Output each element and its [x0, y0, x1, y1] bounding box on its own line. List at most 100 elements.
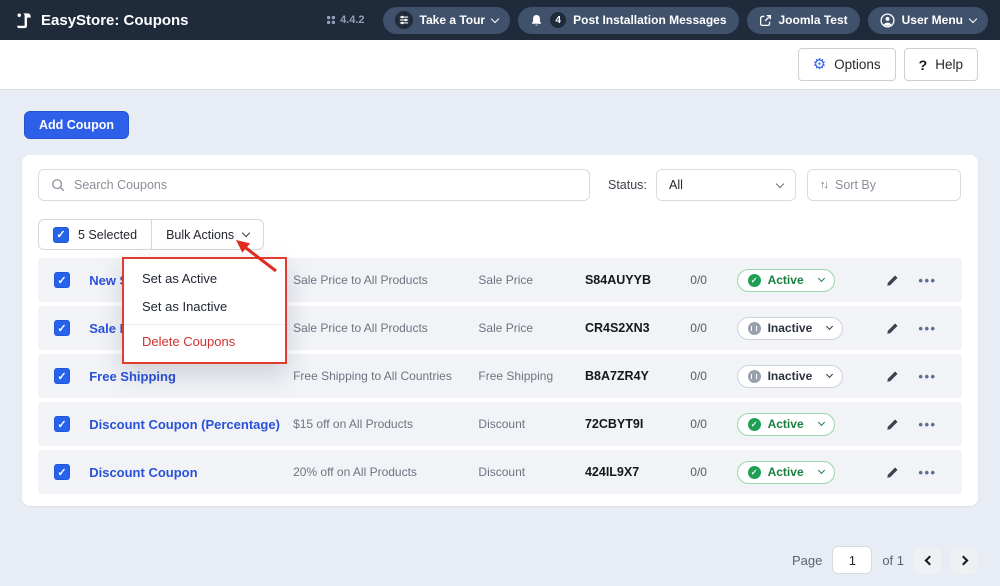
bulk-actions-bar: ✓ 5 Selected Bulk Actions: [38, 219, 962, 250]
table-row: ✓ Discount Coupon 20% off on All Product…: [38, 450, 962, 494]
edit-button[interactable]: [876, 466, 909, 479]
app-brand: EasyStore: Coupons: [14, 11, 189, 30]
coupon-description: 20% off on All Products: [293, 465, 478, 479]
chevron-down-icon: [818, 467, 825, 474]
menu-item-set-active[interactable]: Set as Active: [124, 265, 285, 293]
admin-toolbar: ⚙ Options ? Help: [0, 40, 1000, 90]
previous-page-button[interactable]: [914, 547, 941, 574]
status-dropdown[interactable]: Active: [737, 461, 835, 484]
coupon-usage: 0/0: [682, 273, 736, 287]
help-label: Help: [935, 57, 963, 72]
row-checkbox[interactable]: ✓: [54, 368, 70, 384]
edit-button[interactable]: [876, 322, 909, 335]
pencil-icon: [886, 322, 899, 335]
coupon-usage: 0/0: [682, 417, 736, 431]
status-dropdown[interactable]: Inactive: [737, 317, 844, 340]
chevron-down-icon: [826, 371, 833, 378]
pencil-icon: [886, 418, 899, 431]
chevron-down-icon: [242, 229, 250, 237]
next-page-button[interactable]: [951, 547, 978, 574]
easystore-logo-icon: [14, 11, 33, 30]
search-icon: [51, 178, 65, 192]
edit-button[interactable]: [876, 274, 909, 287]
coupon-usage: 0/0: [682, 321, 736, 335]
more-actions-button[interactable]: •••: [909, 369, 946, 384]
more-actions-button[interactable]: •••: [909, 273, 946, 288]
user-menu-button[interactable]: User Menu: [868, 7, 988, 34]
selected-count-label: 5 Selected: [78, 228, 137, 242]
status-filter-label: Status:: [608, 178, 650, 192]
coupon-name-link[interactable]: Discount Coupon (Percentage): [89, 417, 293, 432]
bulk-actions-dropdown-button[interactable]: Bulk Actions: [151, 220, 263, 249]
chevron-down-icon: [969, 14, 977, 22]
chevron-down-icon: [818, 419, 825, 426]
help-button[interactable]: ? Help: [904, 48, 978, 81]
menu-divider: [124, 324, 285, 325]
chevron-right-icon: [958, 555, 968, 565]
status-label: Active: [768, 273, 804, 287]
row-checkbox[interactable]: ✓: [54, 416, 70, 432]
page-title: EasyStore: Coupons: [41, 12, 189, 29]
menu-item-set-inactive[interactable]: Set as Inactive: [124, 293, 285, 321]
select-all-checkbox[interactable]: ✓: [53, 227, 69, 243]
status-dropdown[interactable]: Active: [737, 269, 835, 292]
page-label: Page: [792, 553, 822, 568]
more-actions-button[interactable]: •••: [909, 321, 946, 336]
status-label: Active: [768, 417, 804, 431]
coupon-type: Free Shipping: [478, 369, 585, 383]
menu-item-delete-coupons[interactable]: Delete Coupons: [124, 328, 285, 356]
user-icon: [880, 13, 895, 28]
sort-by-select[interactable]: ↑↓ Sort By: [807, 169, 961, 201]
sort-by-placeholder: Sort By: [835, 178, 876, 192]
status-dot-icon: [748, 466, 761, 479]
add-coupon-button[interactable]: Add Coupon: [24, 111, 129, 139]
coupon-description: Sale Price to All Products: [293, 273, 478, 287]
row-checkbox[interactable]: ✓: [54, 464, 70, 480]
chevron-down-icon: [818, 275, 825, 282]
coupon-code: CR4S2XN3: [585, 321, 682, 335]
status-dropdown[interactable]: Inactive: [737, 365, 844, 388]
edit-button[interactable]: [876, 370, 909, 383]
question-mark-icon: ?: [919, 57, 928, 73]
coupon-name-link[interactable]: Discount Coupon: [89, 465, 293, 480]
page-number-input[interactable]: [832, 546, 872, 574]
site-label: Joomla Test: [779, 13, 848, 27]
topbar: EasyStore: Coupons 4.4.2 Take a Tour 4 P…: [0, 0, 1000, 40]
edit-button[interactable]: [876, 418, 909, 431]
site-preview-button[interactable]: Joomla Test: [747, 7, 860, 34]
status-label: Inactive: [768, 369, 813, 383]
post-installation-messages-button[interactable]: 4 Post Installation Messages: [518, 7, 738, 34]
take-a-tour-button[interactable]: Take a Tour: [383, 7, 511, 34]
coupon-code: 424IL9X7: [585, 465, 682, 479]
chevron-down-icon: [491, 14, 499, 22]
search-input[interactable]: [74, 178, 577, 192]
coupon-description: $15 off on All Products: [293, 417, 478, 431]
coupon-type: Sale Price: [478, 321, 585, 335]
coupon-name-link[interactable]: Free Shipping: [89, 369, 293, 384]
row-checkbox[interactable]: ✓: [54, 320, 70, 336]
options-button[interactable]: ⚙ Options: [798, 48, 896, 81]
status-filter-select[interactable]: All: [656, 169, 796, 201]
status-dot-icon: [748, 274, 761, 287]
more-actions-button[interactable]: •••: [909, 417, 946, 432]
status-filter-value: All: [669, 178, 683, 192]
coupon-code: 72CBYT9I: [585, 417, 682, 431]
coupon-usage: 0/0: [682, 465, 736, 479]
status-dropdown[interactable]: Active: [737, 413, 835, 436]
coupon-description: Free Shipping to All Countries: [293, 369, 478, 383]
joomla-logo-icon: [326, 15, 336, 25]
select-all-segment[interactable]: ✓ 5 Selected: [39, 220, 151, 249]
external-link-icon: [759, 14, 772, 27]
coupon-usage: 0/0: [682, 369, 736, 383]
user-menu-label: User Menu: [902, 13, 963, 27]
more-actions-button[interactable]: •••: [909, 465, 946, 480]
pagination: Page of 1: [22, 546, 978, 574]
coupon-type: Sale Price: [478, 273, 585, 287]
version-text: 4.4.2: [340, 14, 364, 26]
messages-label: Post Installation Messages: [573, 13, 726, 27]
status-label: Inactive: [768, 321, 813, 335]
row-checkbox[interactable]: ✓: [54, 272, 70, 288]
status-dot-icon: [748, 322, 761, 335]
filter-row: Status: All ↑↓ Sort By: [38, 169, 962, 201]
bulk-actions-label: Bulk Actions: [166, 228, 234, 242]
